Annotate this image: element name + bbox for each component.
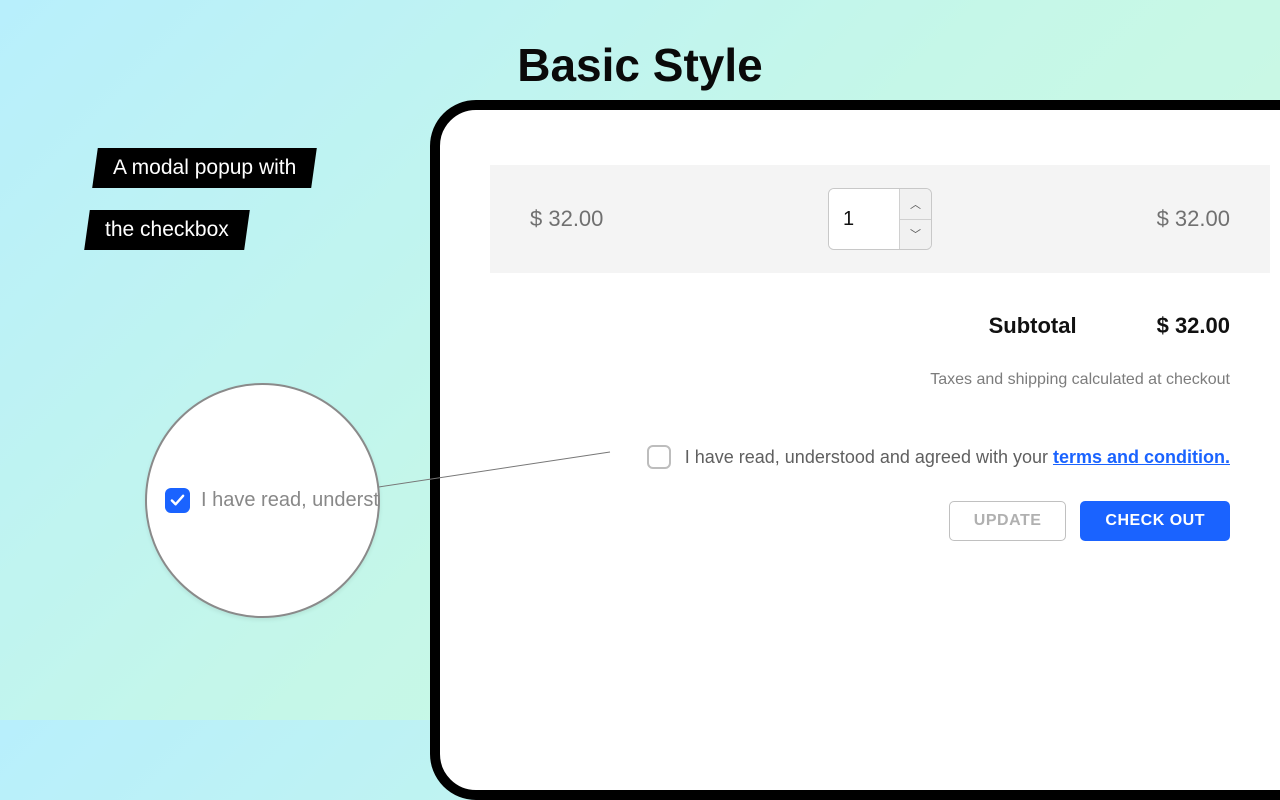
- quantity-input[interactable]: [829, 189, 899, 249]
- terms-checkbox[interactable]: [647, 445, 671, 469]
- annotation-tag-1: A modal popup with: [92, 148, 317, 188]
- subtotal-value: $ 32.00: [1157, 313, 1230, 339]
- annotation-tag-2: the checkbox: [84, 210, 249, 250]
- terms-row: I have read, understood and agreed with …: [490, 445, 1270, 469]
- magnifier-callout: I have read, underst: [145, 383, 380, 618]
- subtotal-row: Subtotal $ 32.00: [490, 313, 1270, 339]
- quantity-down-button[interactable]: ﹀: [899, 220, 931, 250]
- cart-line-item: $ 32.00 ︿ ﹀ $ 32.00: [490, 165, 1270, 273]
- terms-text: I have read, understood and agreed with …: [685, 447, 1230, 468]
- device-frame: $ 32.00 ︿ ﹀ $ 32.00 Subtotal $ 32.00 Tax…: [430, 100, 1280, 800]
- tax-note: Taxes and shipping calculated at checkou…: [490, 371, 1270, 389]
- page-title: Basic Style: [0, 0, 1280, 92]
- update-button[interactable]: UPDATE: [949, 501, 1067, 541]
- terms-link[interactable]: terms and condition.: [1053, 447, 1230, 467]
- unit-price: $ 32.00: [530, 206, 763, 232]
- quantity-stepper[interactable]: ︿ ﹀: [828, 188, 932, 250]
- chevron-down-icon: ﹀: [910, 226, 921, 242]
- line-total: $ 32.00: [997, 206, 1230, 232]
- magnifier-text: I have read, underst: [201, 489, 379, 512]
- chevron-up-icon: ︿: [910, 196, 921, 212]
- subtotal-label: Subtotal: [989, 313, 1077, 339]
- checkout-button[interactable]: CHECK OUT: [1080, 501, 1230, 541]
- check-icon: [170, 493, 185, 508]
- terms-checkbox-checked: [165, 488, 190, 513]
- button-row: UPDATE CHECK OUT: [490, 501, 1270, 541]
- quantity-up-button[interactable]: ︿: [899, 189, 931, 220]
